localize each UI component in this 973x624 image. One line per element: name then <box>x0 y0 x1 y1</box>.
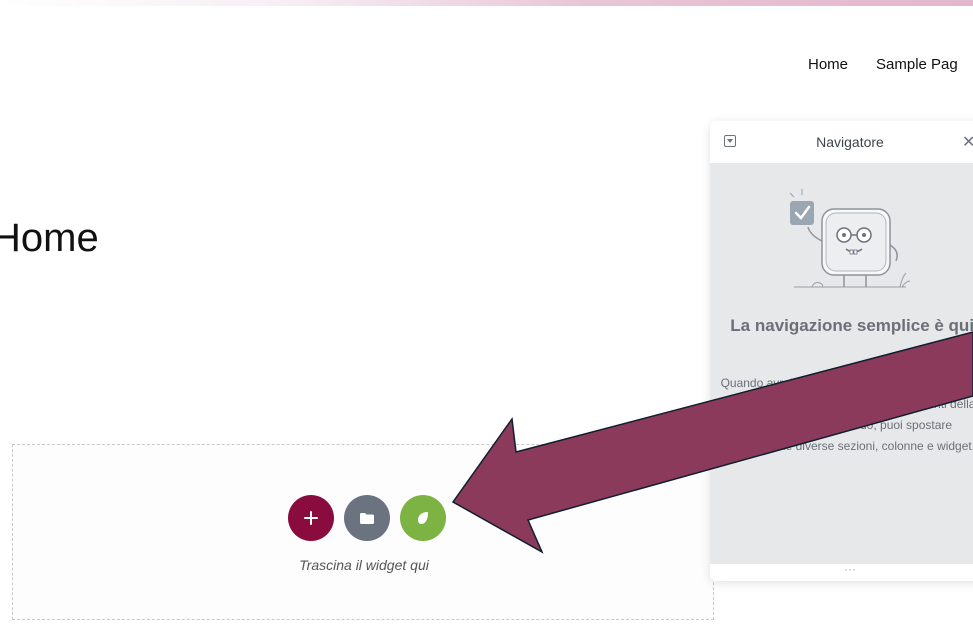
dropzone-hint: Trascina il widget qui <box>299 557 429 573</box>
collapse-icon[interactable] <box>724 135 736 147</box>
navigator-title: Navigatore <box>816 134 884 150</box>
folder-icon <box>360 512 374 524</box>
dropzone-buttons <box>288 495 446 541</box>
navigator-panel: Navigatore ✕ La navigazione semplice è q… <box>710 121 973 581</box>
close-icon[interactable]: ✕ <box>962 132 973 152</box>
navigator-header[interactable]: Navigatore ✕ <box>710 121 973 163</box>
add-template-button[interactable] <box>344 495 390 541</box>
navigator-description: Quando avrai aggiunto contenuti, questa … <box>720 376 973 453</box>
nav-item-sample-page[interactable]: Sample Pag <box>876 56 958 73</box>
add-section-button[interactable] <box>288 495 334 541</box>
navigator-heading: La navigazione semplice è qui! <box>730 316 973 335</box>
navigator-resize-handle[interactable]: ··· <box>710 563 973 581</box>
widget-dropzone[interactable]: Trascina il widget qui <box>12 444 714 620</box>
plus-icon <box>304 511 318 525</box>
page: Home Sample Pag Home Trascina il widget … <box>0 0 973 624</box>
navigator-illustration <box>789 189 911 288</box>
page-title: Home <box>0 216 99 260</box>
nav-item-home[interactable]: Home <box>808 56 848 73</box>
kit-button[interactable] <box>400 495 446 541</box>
site-navigation: Home Sample Pag <box>808 56 958 73</box>
top-accent-bar <box>0 0 973 6</box>
leaf-icon <box>418 512 428 524</box>
